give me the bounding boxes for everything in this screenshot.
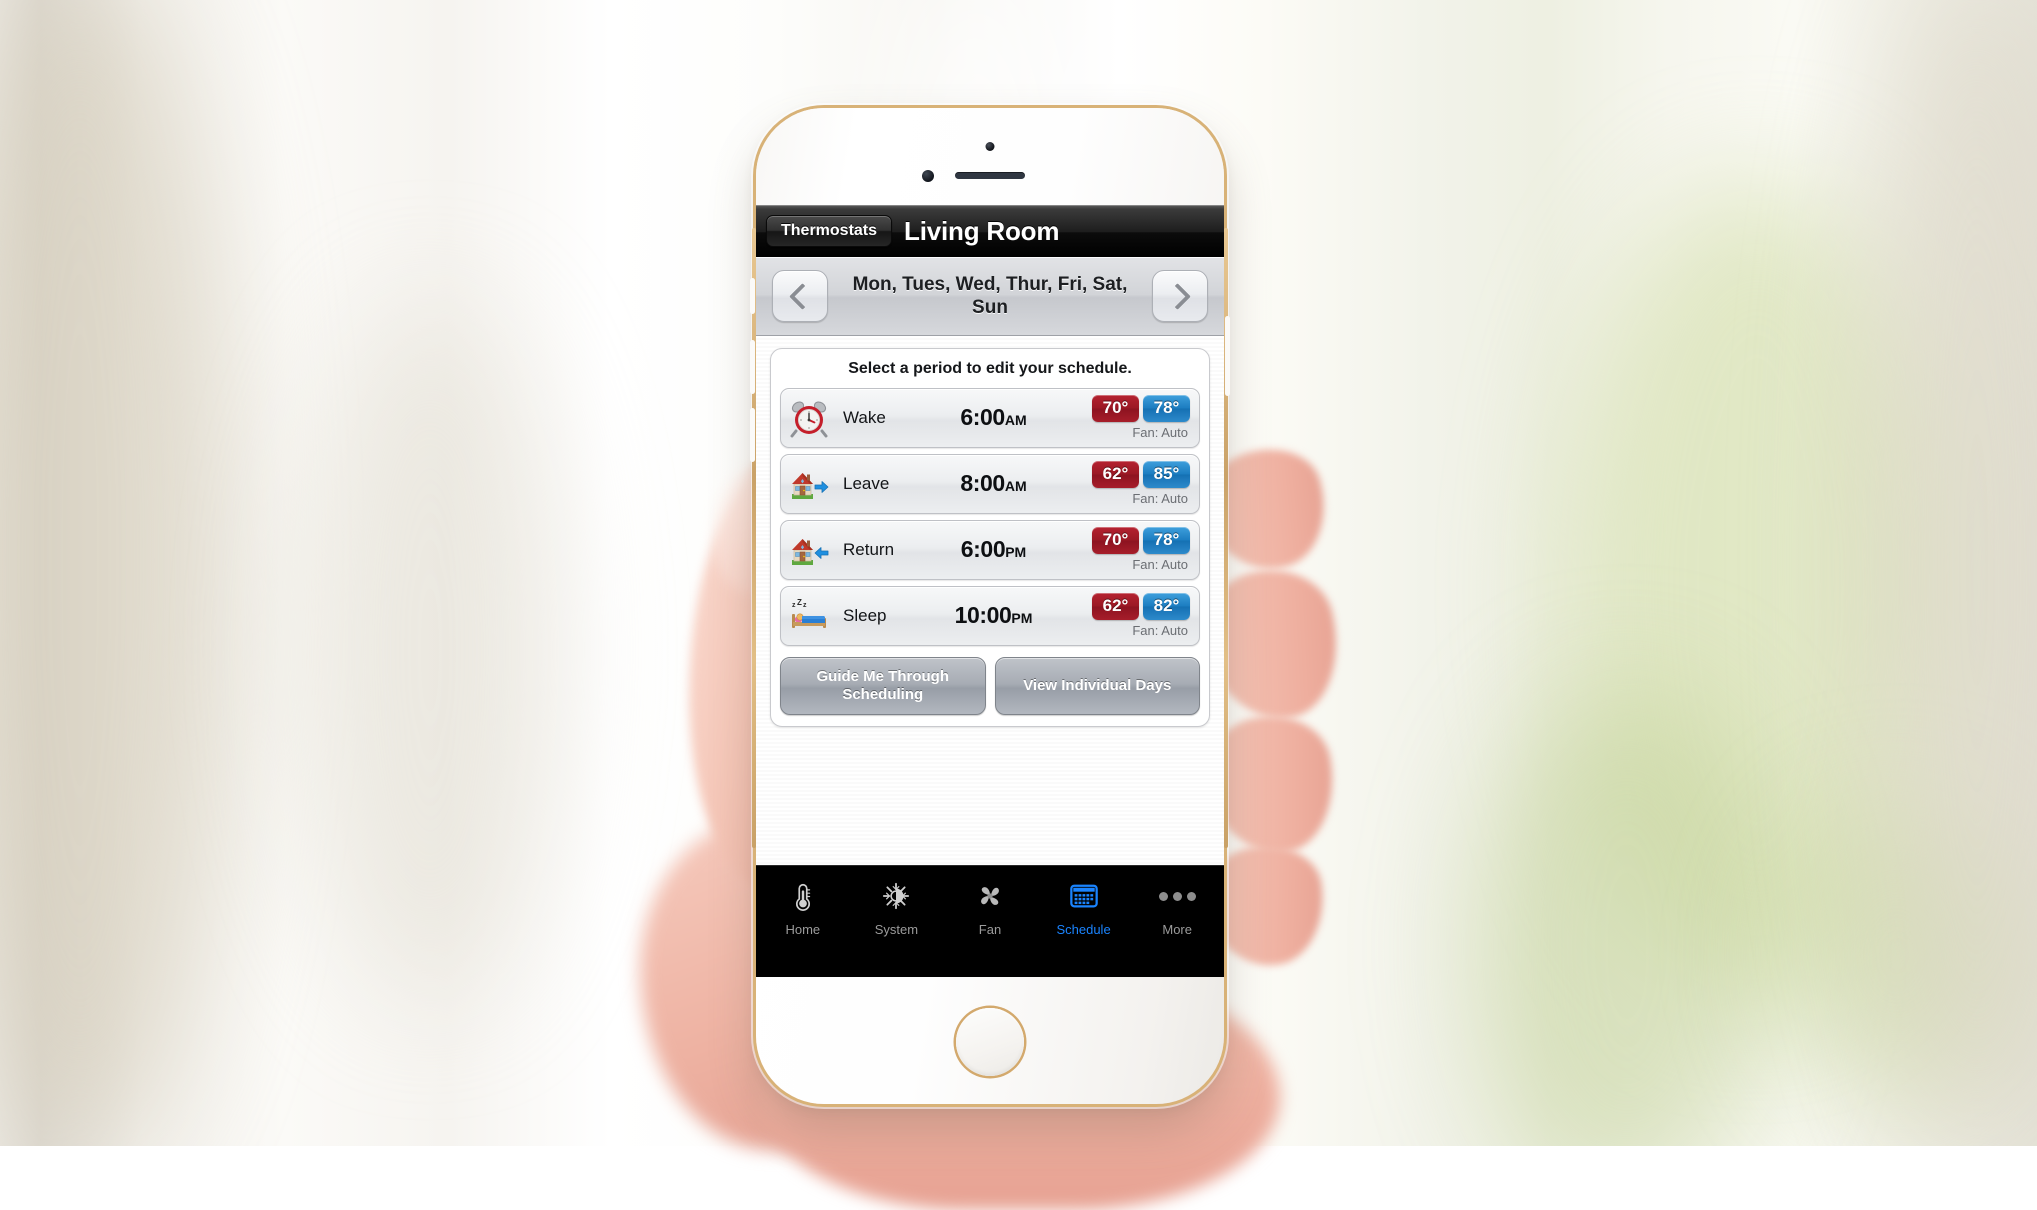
calendar-icon [1065, 877, 1103, 915]
previous-day-group-button[interactable] [772, 270, 828, 322]
volume-down-button[interactable] [750, 408, 755, 462]
selected-days-label: Mon, Tues, Wed, Thur, Fri, Sat, Sun [852, 273, 1128, 318]
period-name: Wake [843, 407, 886, 427]
heat-setpoint-badge[interactable]: 70° [1092, 527, 1139, 555]
tab-label: Schedule [1056, 922, 1111, 937]
period-row[interactable]: Wake 6:00AM 70° 78° Fan: Auto [780, 387, 1200, 448]
tab-label: More [1162, 922, 1192, 937]
day-selector-toolbar: Mon, Tues, Wed, Thur, Fri, Sat, Sun [756, 257, 1224, 336]
tab-more[interactable]: More [1130, 877, 1224, 937]
fan-blade-icon [971, 877, 1009, 915]
period-time: 10:00PM [954, 602, 1033, 629]
heat-setpoint-badge[interactable]: 62° [1092, 461, 1139, 489]
temperature-badges: 62° 85° [1092, 461, 1190, 489]
tab-label: Fan [978, 922, 1002, 937]
tab-label: Home [785, 922, 821, 937]
period-name: Sleep [843, 605, 887, 625]
cool-setpoint-badge[interactable]: 78° [1143, 527, 1190, 555]
schedule-instruction: Select a period to edit your schedule. [848, 360, 1132, 377]
period-ampm: PM [1011, 610, 1033, 627]
house-leave-icon [789, 464, 829, 504]
fan-mode-label: Fan: Auto [1132, 491, 1188, 507]
period-setpoints: 62° 85° Fan: Auto [1072, 461, 1190, 506]
background-blur-mid [300, 300, 560, 1000]
power-button[interactable] [1225, 316, 1230, 396]
guide-me-through-scheduling-button[interactable]: Guide Me Through Scheduling [780, 656, 986, 715]
navigation-bar: Thermostats Living Room [756, 205, 1224, 257]
tab-home[interactable]: Home [756, 877, 850, 937]
cool-setpoint-badge[interactable]: 82° [1143, 593, 1190, 621]
svg-text:z: z [803, 602, 807, 609]
fan-mode-label: Fan: Auto [1132, 623, 1188, 639]
period-name: Leave [843, 473, 890, 493]
period-name: Return [843, 539, 895, 559]
tab-fan[interactable]: Fan [943, 877, 1037, 937]
schedule-card: Select a period to edit your schedule. W… [770, 348, 1210, 727]
alarm-clock-icon [789, 398, 829, 438]
cool-setpoint-badge[interactable]: 85° [1143, 461, 1190, 489]
fan-mode-label: Fan: Auto [1132, 557, 1188, 573]
view-individual-days-button[interactable]: View Individual Days [994, 656, 1200, 715]
tab-system[interactable]: System [850, 877, 944, 937]
heat-setpoint-badge[interactable]: 70° [1092, 395, 1139, 423]
mute-switch[interactable] [750, 278, 755, 314]
ellipsis-icon [1158, 877, 1196, 915]
period-setpoints: 70° 78° Fan: Auto [1072, 395, 1190, 440]
svg-text:z: z [792, 602, 796, 609]
period-time: 6:00AM [960, 404, 1027, 431]
background-blur-left [0, 0, 230, 1146]
bed-sleep-icon: z Z z [789, 596, 829, 636]
earpiece-speaker [955, 172, 1025, 179]
period-row[interactable]: Return 6:00PM 70° 78° Fan: Auto [780, 519, 1200, 580]
back-button-thermostats[interactable]: Thermostats [766, 215, 893, 247]
volume-up-button[interactable] [750, 340, 755, 394]
heat-setpoint-badge[interactable]: 62° [1092, 593, 1139, 621]
period-time: 6:00PM [960, 536, 1027, 563]
page-title: Living Room [904, 215, 1060, 246]
tab-label: System [874, 922, 919, 937]
next-day-group-button[interactable] [1152, 270, 1208, 322]
fan-mode-label: Fan: Auto [1132, 425, 1188, 441]
front-camera-icon [985, 142, 995, 151]
home-button[interactable] [956, 1008, 1024, 1076]
schedule-actions: Guide Me Through Scheduling View Individ… [780, 656, 1200, 715]
temperature-badges: 70° 78° [1092, 395, 1190, 423]
proximity-sensor-icon [922, 170, 934, 182]
temperature-badges: 70° 78° [1092, 527, 1190, 555]
phone-screen: Thermostats Living Room Mon, Tues, Wed, … [756, 205, 1224, 977]
period-row[interactable]: Leave 8:00AM 62° 85° Fan: Auto [780, 453, 1200, 514]
temperature-badges: 62° 82° [1092, 593, 1190, 621]
period-ampm: AM [1004, 478, 1027, 495]
chevron-left-icon [789, 282, 816, 310]
thermometer-icon [784, 877, 822, 915]
svg-text:Z: Z [797, 598, 802, 607]
period-ampm: PM [1005, 544, 1027, 561]
period-setpoints: 70° 78° Fan: Auto [1072, 527, 1190, 572]
cool-setpoint-badge[interactable]: 78° [1143, 395, 1190, 423]
period-ampm: AM [1004, 412, 1027, 429]
chevron-right-icon [1164, 282, 1191, 310]
tab-schedule[interactable]: Schedule [1037, 877, 1131, 937]
tab-bar: Home System Fan Schedule More [756, 865, 1224, 977]
period-time: 8:00AM [960, 470, 1027, 497]
phone-device: Thermostats Living Room Mon, Tues, Wed, … [750, 108, 1230, 1104]
house-return-icon [789, 530, 829, 570]
sun-snowflake-icon [877, 877, 915, 915]
period-row[interactable]: z Z z Sleep 10:00PM 62° 82° Fan: Auto [780, 585, 1200, 646]
period-setpoints: 62° 82° Fan: Auto [1072, 593, 1190, 638]
